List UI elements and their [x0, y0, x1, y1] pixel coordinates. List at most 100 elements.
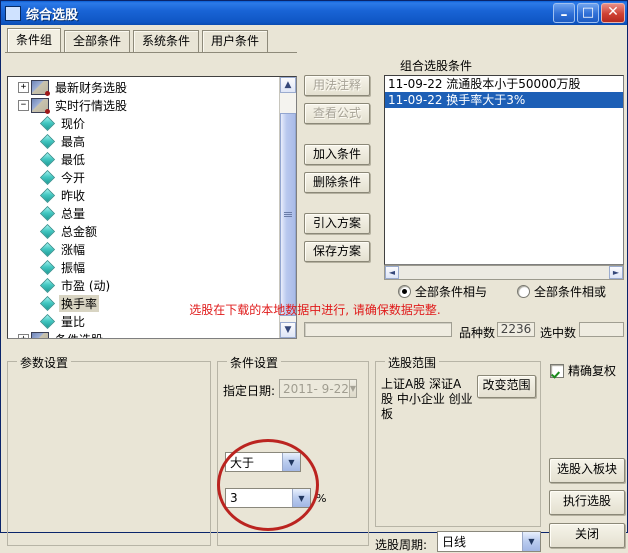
list-item-selected[interactable]: 11-09-22 换手率大于3%: [385, 92, 623, 108]
tree-node-folder[interactable]: + 最新财务选股: [8, 78, 279, 96]
radio-label: 全部条件相或: [534, 285, 607, 299]
import-plan-button[interactable]: 引入方案: [304, 213, 370, 234]
tab-bar: 条件组 全部条件 系统条件 用户条件: [7, 28, 287, 53]
scrollbar-track[interactable]: [280, 93, 296, 322]
action-button-column: 用法注释 查看公式 加入条件 删除条件 引入方案 保存方案: [304, 75, 376, 269]
scroll-right-icon[interactable]: ►: [609, 266, 623, 279]
expander-icon[interactable]: +: [18, 81, 29, 93]
diamond-icon: [39, 277, 56, 293]
close-button[interactable]: ✕: [601, 3, 625, 23]
window-icon: [5, 5, 21, 21]
selected-count-value: [579, 322, 624, 337]
variety-count-value: 2236: [497, 322, 535, 337]
scroll-left-icon[interactable]: ◄: [385, 266, 399, 279]
specified-date-value: 2011- 9-22: [283, 381, 349, 396]
diamond-icon: [39, 259, 56, 275]
tab-user-conditions[interactable]: 用户条件: [202, 30, 269, 53]
scrollbar-thumb[interactable]: [280, 113, 296, 316]
tree-item-label: 今开: [61, 170, 86, 185]
tree-item[interactable]: 市盈 (动): [8, 276, 279, 294]
exact-adjustment-checkbox[interactable]: 精确复权: [550, 362, 616, 379]
delete-condition-button[interactable]: 删除条件: [304, 172, 370, 193]
expander-icon[interactable]: −: [18, 99, 29, 111]
screening-cycle-combobox[interactable]: 日线 ▼: [437, 531, 541, 552]
radio-all-conditions-and[interactable]: 全部条件相与: [398, 283, 487, 300]
tree-item[interactable]: 总量: [8, 204, 279, 222]
tree-item-label: 最低: [61, 152, 86, 167]
screening-cycle-label: 选股周期:: [375, 538, 428, 552]
tree-item-label: 市盈 (动): [61, 278, 111, 293]
threshold-value: 3: [230, 491, 238, 505]
tab-underline: [5, 52, 297, 53]
minimize-icon: –: [560, 7, 568, 23]
exact-adjustment-label: 精确复权: [568, 364, 617, 378]
tree-item[interactable]: 涨幅: [8, 240, 279, 258]
window-controls: – □ ✕: [553, 3, 625, 23]
execute-screening-button[interactable]: 执行选股: [549, 490, 625, 515]
tree-vertical-scrollbar[interactable]: ▲ ▼: [279, 77, 296, 338]
progress-bar: [304, 322, 452, 337]
logic-radio-group: 全部条件相与 全部条件相或: [398, 283, 628, 300]
operator-combobox[interactable]: 大于 ▼: [225, 452, 301, 472]
tree-item[interactable]: 最低: [8, 150, 279, 168]
tree-item[interactable]: 最高: [8, 132, 279, 150]
warning-text: 选股在下载的本地数据中进行, 请确保数据完整.: [189, 303, 441, 317]
tab-all-conditions[interactable]: 全部条件: [64, 30, 131, 53]
tree-item[interactable]: 振幅: [8, 258, 279, 276]
tree-node-folder[interactable]: + 条件选股: [8, 330, 279, 338]
scroll-up-icon[interactable]: ▲: [280, 77, 296, 93]
minimize-button[interactable]: –: [553, 3, 575, 23]
window-title: 综合选股: [26, 7, 79, 23]
radio-icon: [398, 285, 411, 298]
specified-date-label: 指定日期:: [223, 384, 276, 398]
change-range-button[interactable]: 改变范围: [477, 375, 536, 398]
combined-conditions-caption: 组合选股条件: [400, 59, 473, 73]
variety-count-label: 品种数: [459, 326, 496, 340]
chevron-down-icon[interactable]: ▼: [292, 489, 310, 507]
expander-icon[interactable]: +: [18, 333, 29, 338]
chevron-down-icon[interactable]: ▼: [348, 380, 357, 397]
radio-all-conditions-or[interactable]: 全部条件相或: [517, 283, 606, 300]
list-horizontal-scrollbar[interactable]: ◄ ►: [384, 265, 624, 280]
tree-node-folder[interactable]: − 实时行情选股: [8, 96, 279, 114]
checkbox-icon: [550, 363, 564, 378]
tree-item-label: 现价: [61, 116, 86, 131]
tree-node-label: 最新财务选股: [55, 80, 128, 95]
maximize-icon: □: [581, 5, 595, 20]
scrollbar-grip-icon: [284, 211, 292, 217]
parameter-settings-caption: 参数设置: [17, 354, 72, 371]
view-formula-button[interactable]: 查看公式: [304, 103, 370, 124]
folder-icon: [31, 79, 50, 96]
add-to-block-button[interactable]: 选股入板块: [549, 458, 625, 483]
stock-range-caption: 选股范围: [385, 354, 440, 371]
save-plan-button[interactable]: 保存方案: [304, 241, 370, 262]
combined-conditions-list[interactable]: 11-09-22 流通股本小于50000万股 11-09-22 换手率大于3%: [384, 75, 624, 265]
list-item[interactable]: 11-09-22 流通股本小于50000万股: [385, 76, 623, 92]
screening-cycle-value: 日线: [442, 535, 467, 549]
tree-item[interactable]: 今开: [8, 168, 279, 186]
chevron-down-icon[interactable]: ▼: [282, 453, 300, 471]
chevron-down-icon[interactable]: ▼: [522, 532, 540, 551]
tree-item[interactable]: 总金额: [8, 222, 279, 240]
maximize-button[interactable]: □: [577, 3, 599, 23]
condition-settings-caption: 条件设置: [227, 354, 282, 371]
specified-date-field[interactable]: 2011- 9-22 ▼: [279, 379, 357, 398]
condition-tree[interactable]: + 最新财务选股 − 实时行情选股 现价 最高 最低 今开 昨收 总量 总金额 …: [7, 76, 297, 339]
operator-value: 大于: [230, 455, 255, 470]
diamond-icon: [39, 205, 56, 221]
tree-node-label: 条件选股: [53, 331, 105, 339]
usage-notes-button[interactable]: 用法注释: [304, 75, 370, 96]
scrollbar-track[interactable]: [399, 266, 609, 279]
tree-item[interactable]: 昨收: [8, 186, 279, 204]
tree-node-label: 实时行情选股: [55, 98, 128, 113]
threshold-combobox[interactable]: 3 ▼: [225, 488, 311, 508]
tab-condition-group[interactable]: 条件组: [7, 28, 62, 53]
tree-item[interactable]: 现价: [8, 114, 279, 132]
tree-item-label: 涨幅: [61, 242, 86, 257]
tab-system-conditions[interactable]: 系统条件: [133, 30, 200, 53]
scroll-down-icon[interactable]: ▼: [280, 322, 296, 338]
add-condition-button[interactable]: 加入条件: [304, 144, 370, 165]
folder-icon: [31, 331, 49, 338]
radio-icon: [517, 285, 531, 298]
close-dialog-button[interactable]: 关闭: [549, 523, 625, 548]
